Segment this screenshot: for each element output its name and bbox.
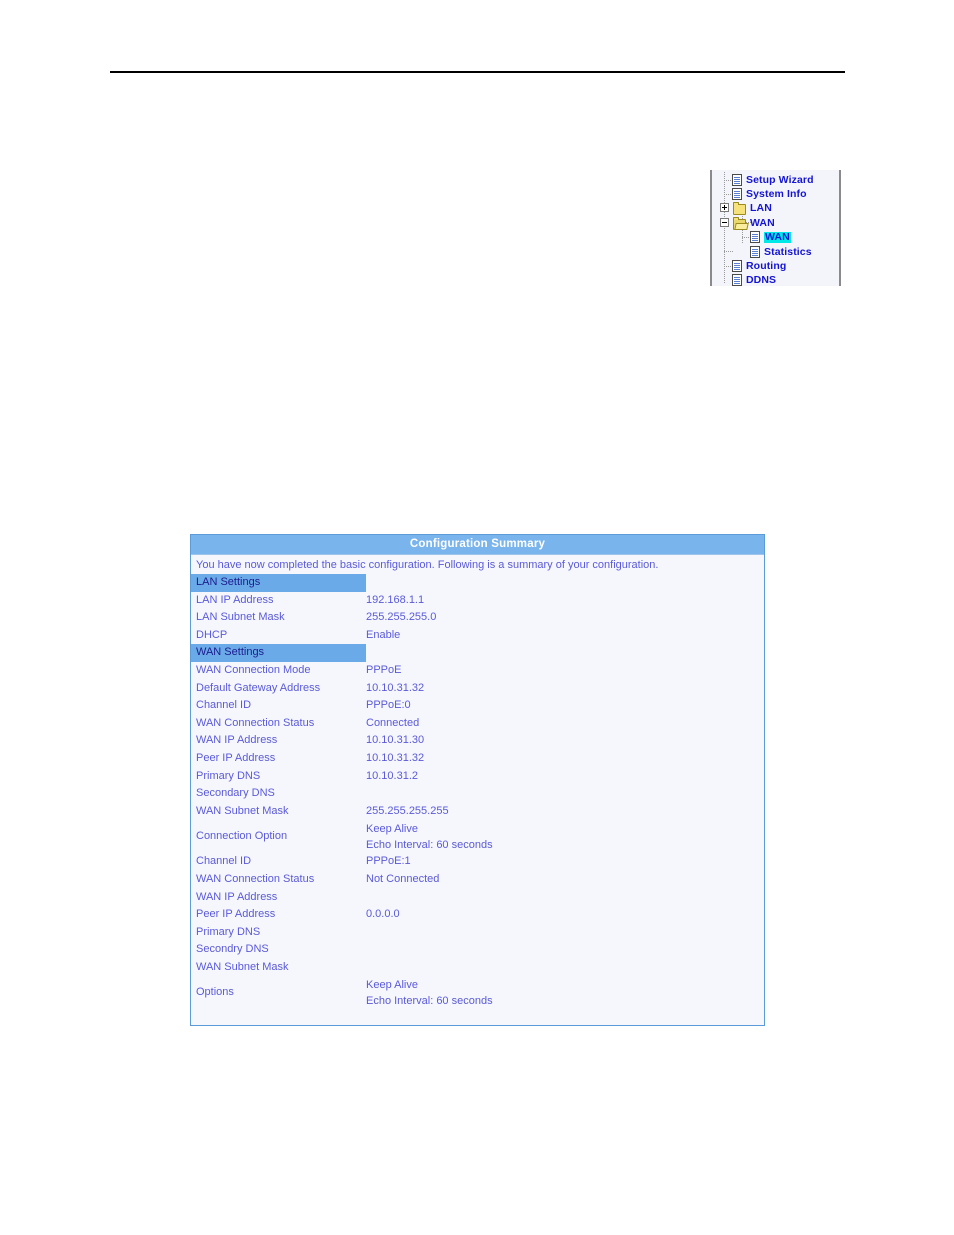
page-icon	[750, 246, 760, 259]
summary-row: WAN Subnet Mask	[191, 959, 764, 977]
summary-row-label: WAN Connection Mode	[196, 663, 311, 676]
summary-row: Secondry DNS	[191, 941, 764, 959]
tree-item-label: LAN	[750, 202, 772, 214]
summary-row: Peer IP Address 0.0.0.0	[191, 906, 764, 924]
summary-section-row: LAN Settings	[191, 574, 764, 592]
summary-row: DHCP Enable	[191, 627, 764, 645]
summary-row-label: WAN Subnet Mask	[196, 960, 289, 973]
summary-row-label: LAN IP Address	[196, 593, 274, 606]
tree-item-label: Statistics	[764, 246, 812, 258]
summary-row-label: LAN Settings	[191, 574, 366, 592]
summary-row: WAN Connection Status Connected	[191, 715, 764, 733]
tree-expander-lan-plus-icon[interactable]	[720, 203, 729, 212]
summary-row: Peer IP Address 10.10.31.32	[191, 750, 764, 768]
tree-item-label: Routing	[746, 260, 787, 272]
tree-item-ddns[interactable]: DDNS	[732, 273, 776, 288]
summary-row-label: Secondary DNS	[196, 787, 275, 800]
summary-row-value: 255.255.255.255	[366, 804, 449, 817]
folder-closed-icon	[733, 201, 746, 215]
summary-row-label: DHCP	[196, 628, 228, 641]
tree-item-routing[interactable]: Routing	[732, 259, 786, 274]
summary-row-value: PPPoE	[366, 663, 402, 676]
summary-row-value: PPPoE:1	[366, 855, 411, 868]
summary-row-value: PPPoE:0	[366, 699, 411, 712]
navigation-tree-panel: Setup Wizard System Info LAN WAN WAN Sta…	[710, 170, 841, 288]
tree-item-label: DDNS	[746, 274, 777, 286]
folder-open-icon	[733, 216, 746, 230]
tree-item-setup-wizard[interactable]: Setup Wizard	[732, 173, 814, 188]
summary-row-label: WAN IP Address	[196, 890, 278, 903]
summary-row-label: LAN Subnet Mask	[196, 611, 285, 624]
tree-item-wan-selected[interactable]: WAN	[750, 230, 791, 245]
configuration-summary-intro: You have now completed the basic configu…	[191, 554, 764, 574]
page-icon	[732, 188, 742, 201]
summary-row-value: Enable	[366, 628, 401, 641]
summary-row-value: 0.0.0.0	[366, 908, 400, 921]
summary-row: Default Gateway Address 10.10.31.32	[191, 680, 764, 698]
summary-section-row: WAN Settings	[191, 644, 764, 662]
configuration-summary-rows: LAN Settings LAN IP Address 192.168.1.1 LAN…	[191, 574, 764, 1025]
summary-row-label: Channel ID	[196, 699, 252, 712]
summary-row-value: Connected	[366, 716, 420, 729]
tree-item-label: System Info	[746, 188, 807, 200]
summary-row-value: Keep Alive Echo Interval: 60 seconds	[366, 979, 493, 1007]
summary-row-value: 255.255.255.0	[366, 611, 437, 624]
summary-row-label: Connection Option	[196, 830, 288, 843]
summary-row: Secondary DNS	[191, 785, 764, 803]
summary-row-label: Primary DNS	[196, 769, 261, 782]
summary-row-value: Not Connected	[366, 872, 440, 885]
page-icon	[732, 260, 742, 273]
summary-row-label: WAN IP Address	[196, 734, 278, 747]
tree-item-label: WAN	[764, 231, 791, 243]
page-header-rule	[110, 71, 845, 73]
page-icon	[732, 174, 742, 187]
page-icon	[750, 231, 760, 244]
summary-row: WAN IP Address	[191, 889, 764, 907]
tree-guide-line-root	[724, 172, 725, 284]
tree-guide-connector-5	[724, 251, 733, 252]
navigation-tree-rows: Setup Wizard System Info LAN WAN WAN Sta…	[712, 170, 839, 288]
tree-expander-wan-minus-icon[interactable]	[720, 218, 729, 227]
summary-row-value: 10.10.31.2	[366, 769, 418, 782]
tree-item-label: Setup Wizard	[746, 174, 814, 186]
summary-row-label: WAN Settings	[191, 644, 366, 662]
summary-row-label: Options	[196, 986, 234, 999]
summary-row: Primary DNS	[191, 924, 764, 942]
summary-row-label: Channel ID	[196, 855, 252, 868]
summary-row-value: 10.10.31.32	[366, 751, 425, 764]
summary-row: Primary DNS 10.10.31.2	[191, 768, 764, 786]
summary-row-label: Secondry DNS	[196, 943, 269, 956]
summary-row: WAN IP Address 10.10.31.30	[191, 732, 764, 750]
summary-row: Channel ID PPPoE:0	[191, 697, 764, 715]
summary-row-value: 10.10.31.30	[366, 734, 425, 747]
summary-row: Options Keep Alive Echo Interval: 60 seco…	[191, 976, 764, 1009]
summary-row: WAN Connection Mode PPPoE	[191, 662, 764, 680]
page-icon	[732, 274, 742, 287]
configuration-summary-title: Configuration Summary	[191, 535, 764, 554]
summary-row: WAN Connection Status Not Connected	[191, 871, 764, 889]
summary-row: LAN IP Address 192.168.1.1	[191, 592, 764, 610]
summary-row-label: WAN Connection Status	[196, 872, 315, 885]
summary-row: WAN Subnet Mask 255.255.255.255	[191, 803, 764, 821]
tree-item-wan-folder[interactable]: WAN	[733, 216, 775, 231]
summary-row-value: 10.10.31.32	[366, 681, 425, 694]
configuration-summary-panel: Configuration Summary You have now compl…	[190, 534, 765, 1027]
summary-row-label: Primary DNS	[196, 925, 261, 938]
summary-row-label: Peer IP Address	[196, 751, 276, 764]
summary-row-label: Peer IP Address	[196, 908, 276, 921]
summary-row: LAN Subnet Mask 255.255.255.0	[191, 609, 764, 627]
tree-item-lan[interactable]: LAN	[733, 201, 772, 216]
summary-row-label: WAN Subnet Mask	[196, 804, 289, 817]
summary-row-label: Default Gateway Address	[196, 681, 321, 694]
summary-row: Channel ID PPPoE:1	[191, 853, 764, 871]
summary-row-label: WAN Connection Status	[196, 716, 315, 729]
tree-item-label: WAN	[750, 217, 775, 229]
tree-item-statistics[interactable]: Statistics	[750, 245, 812, 260]
summary-row: Connection Option Keep Alive Echo Interva…	[191, 820, 764, 853]
summary-row-value: 192.168.1.1	[366, 593, 425, 606]
tree-item-system-info[interactable]: System Info	[732, 187, 807, 202]
summary-row-value: Keep Alive Echo Interval: 60 seconds	[366, 823, 493, 851]
